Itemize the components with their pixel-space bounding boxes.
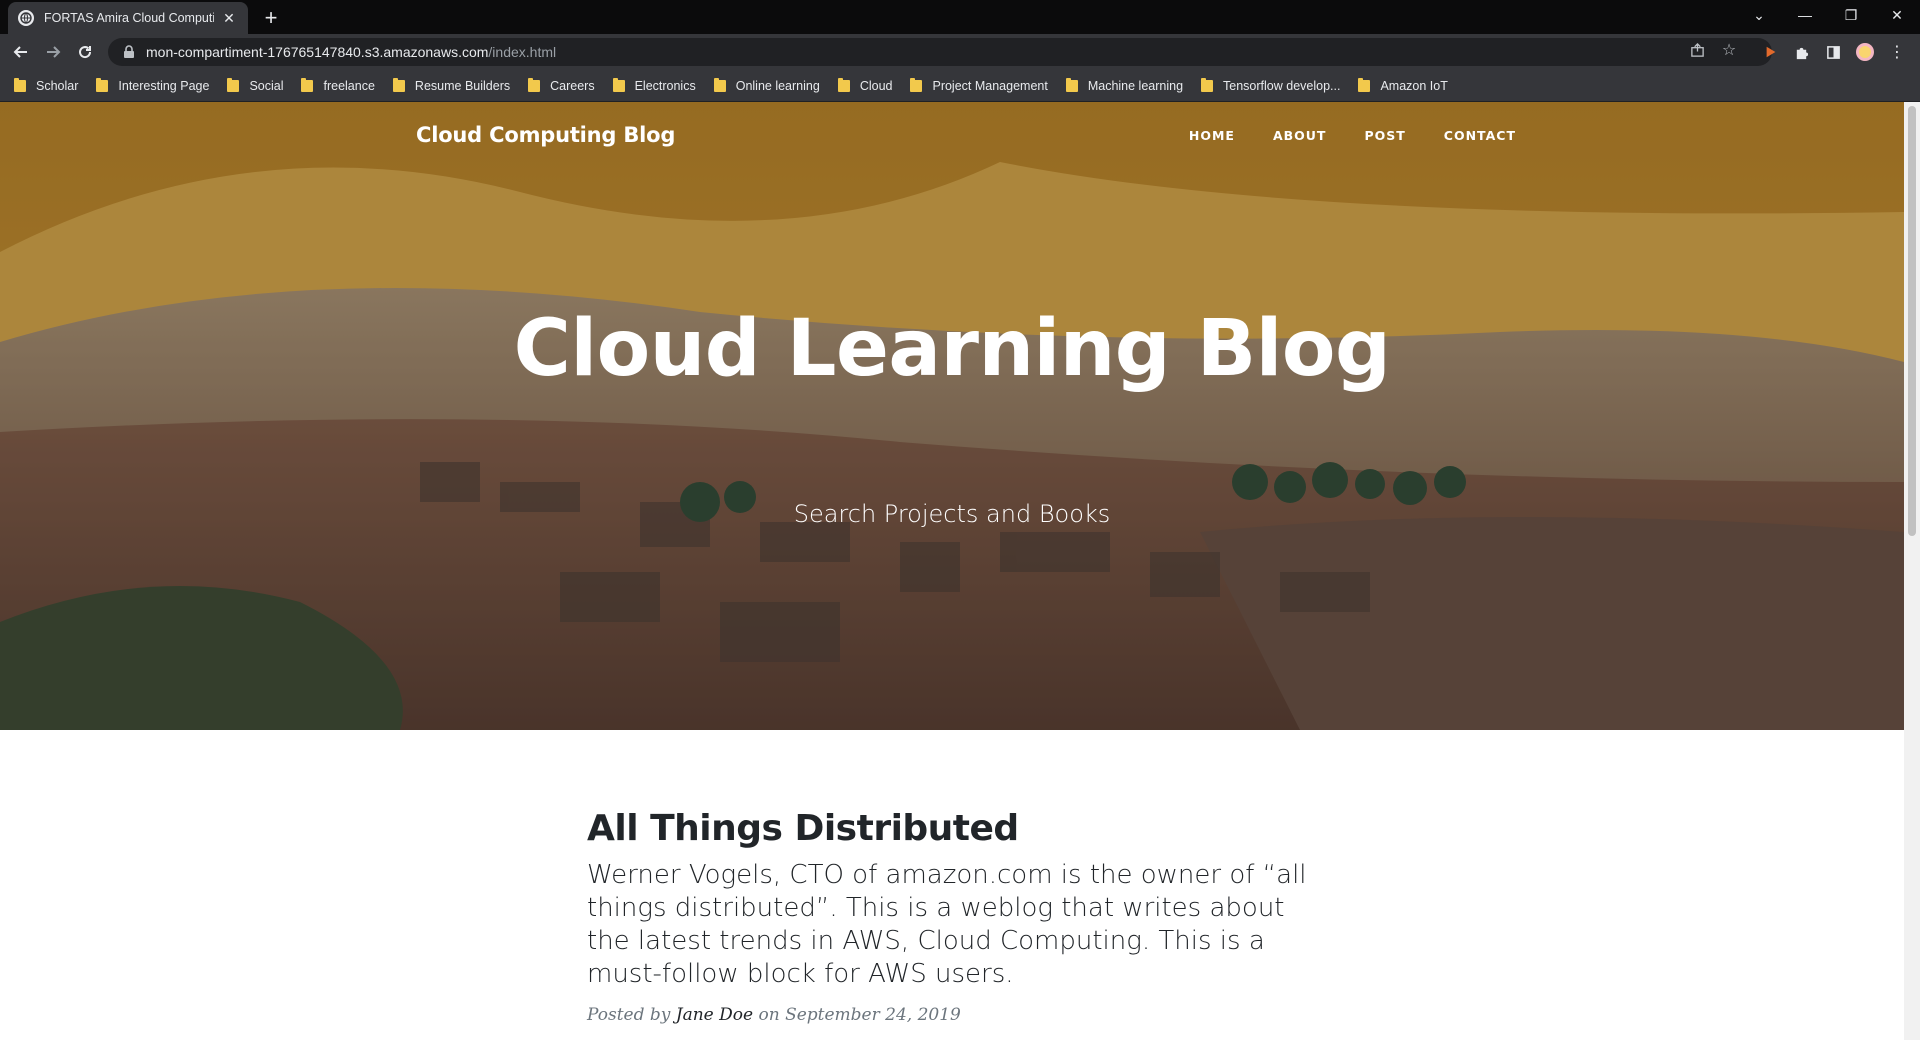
bookmark-label: Machine learning — [1087, 78, 1184, 93]
address-bar[interactable]: mon-compartiment-176765147840.s3.amazona… — [108, 38, 1772, 66]
folder-icon — [392, 77, 405, 92]
tab-title: FORTAS Amira Cloud Computing — [44, 11, 214, 25]
folder-icon — [227, 77, 240, 92]
post-date: September 24, 2019 — [785, 1005, 961, 1025]
bookmark-folder[interactable]: Interesting Page — [96, 77, 210, 93]
bookmark-label: Electronics — [634, 78, 696, 93]
folder-icon — [96, 77, 109, 92]
on-label: on — [758, 1005, 780, 1025]
bookmark-label: Careers — [550, 78, 595, 93]
browser-tab[interactable]: FORTAS Amira Cloud Computing ✕ — [8, 2, 248, 34]
tab-search-icon[interactable]: ⌄ — [1736, 0, 1782, 30]
reload-icon[interactable] — [72, 39, 98, 65]
bookmark-label: Scholar — [36, 78, 79, 93]
folder-icon — [837, 77, 850, 92]
profile-avatar[interactable] — [1854, 41, 1876, 63]
post-meta: Posted by Jane Doe on September 24, 2019 — [587, 1005, 1307, 1025]
bookmark-folder[interactable]: Machine learning — [1065, 77, 1184, 93]
bookmark-star-icon[interactable]: ☆ — [1719, 40, 1739, 60]
bookmark-label: Amazon IoT — [1380, 78, 1448, 93]
bookmark-folder[interactable]: Electronics — [612, 77, 696, 93]
bookmark-label: Online learning — [735, 78, 820, 93]
posted-by-label: Posted by — [587, 1005, 671, 1025]
lock-icon — [124, 45, 134, 58]
bookmark-label: Interesting Page — [118, 78, 210, 93]
bookmark-folder[interactable]: Tensorflow develop... — [1201, 77, 1341, 93]
masthead: Cloud Computing Blog HOME ABOUT POST CON… — [0, 102, 1904, 730]
tab-strip: FORTAS Amira Cloud Computing ✕ + ⌄ — ❐ ✕ — [0, 0, 1920, 34]
close-tab-icon[interactable]: ✕ — [220, 9, 238, 27]
post-subtitle[interactable]: Werner Vogels, CTO of amazon.com is the … — [587, 859, 1307, 991]
bookmark-label: Social — [249, 78, 284, 93]
nav-post-link[interactable]: POST — [1364, 128, 1405, 143]
bookmark-folder[interactable]: Amazon IoT — [1358, 77, 1448, 93]
bookmark-folder[interactable]: Careers — [528, 77, 595, 93]
bookmark-label: Resume Builders — [414, 78, 511, 93]
extension-icon[interactable] — [1760, 41, 1782, 63]
kebab-menu-icon[interactable]: ⋮ — [1886, 41, 1908, 63]
post-title[interactable]: All Things Distributed — [587, 808, 1307, 849]
forward-arrow-icon[interactable] — [40, 39, 66, 65]
restore-button[interactable]: ❐ — [1828, 0, 1874, 30]
bookmark-label: Tensorflow develop... — [1223, 78, 1341, 93]
hero-subtitle: Search Projects and Books — [793, 500, 1111, 528]
globe-icon — [18, 10, 34, 26]
puzzle-icon[interactable] — [1790, 41, 1812, 63]
folder-icon — [1358, 77, 1371, 92]
bookmark-folder[interactable]: Cloud — [837, 77, 893, 93]
browser-toolbar: mon-compartiment-176765147840.s3.amazona… — [0, 34, 1920, 70]
new-tab-button[interactable]: + — [258, 5, 284, 31]
page-viewport: Cloud Computing Blog HOME ABOUT POST CON… — [0, 102, 1904, 1040]
side-panel-icon[interactable] — [1822, 41, 1844, 63]
share-icon[interactable] — [1687, 40, 1707, 60]
post-preview[interactable]: All Things Distributed Werner Vogels, CT… — [587, 808, 1307, 1025]
folder-icon — [713, 77, 726, 92]
site-brand[interactable]: Cloud Computing Blog — [416, 123, 675, 147]
bookmark-folder[interactable]: Social — [227, 77, 284, 93]
bookmark-folder[interactable]: Resume Builders — [392, 77, 511, 93]
folder-icon — [910, 77, 923, 92]
bookmark-folder[interactable]: freelance — [301, 77, 375, 93]
bookmark-folder[interactable]: Scholar — [14, 77, 79, 93]
hero-overlay — [0, 102, 1904, 730]
minimize-button[interactable]: — — [1782, 0, 1828, 30]
url-path: /index.html — [488, 44, 557, 60]
hero-title: Cloud Learning Blog — [513, 304, 1391, 394]
page-scrollbar[interactable] — [1904, 102, 1920, 1040]
nav-about-link[interactable]: ABOUT — [1273, 128, 1327, 143]
bookmark-label: freelance — [323, 78, 375, 93]
main-nav: HOME ABOUT POST CONTACT — [1151, 128, 1516, 143]
bookmark-folder[interactable]: Online learning — [713, 77, 820, 93]
back-arrow-icon[interactable] — [8, 39, 34, 65]
bookmark-label: Project Management — [932, 78, 1048, 93]
folder-icon — [528, 77, 541, 92]
folder-icon — [14, 77, 26, 92]
bookmark-label: Cloud — [859, 78, 893, 93]
bookmarks-bar: Scholar Interesting Page Social freelanc… — [0, 70, 1920, 102]
window-close-button[interactable]: ✕ — [1874, 0, 1920, 30]
post-author-link[interactable]: Jane Doe — [676, 1005, 753, 1025]
folder-icon — [1201, 77, 1214, 92]
folder-icon — [301, 77, 314, 92]
scrollbar-thumb[interactable] — [1908, 106, 1916, 536]
nav-home-link[interactable]: HOME — [1189, 128, 1235, 143]
url-host: mon-compartiment-176765147840.s3.amazona… — [146, 44, 489, 60]
folder-icon — [1065, 77, 1078, 92]
nav-contact-link[interactable]: CONTACT — [1444, 128, 1516, 143]
bookmark-folder[interactable]: Project Management — [910, 77, 1048, 93]
folder-icon — [612, 77, 625, 92]
